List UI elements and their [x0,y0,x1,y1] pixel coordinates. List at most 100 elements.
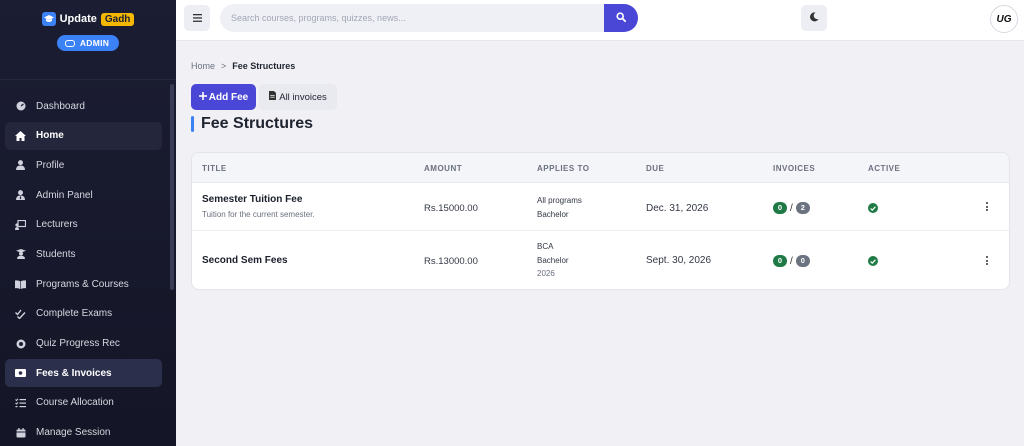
fee-amount: Rs.15000.00 [424,203,478,214]
sidebar-item-label: Fees & Invoices [36,367,112,379]
moon-icon [809,9,819,27]
column-header-active: ACTIVE [868,164,901,173]
sidebar-item-label: Quiz Progress Rec [36,338,120,349]
breadcrumb-separator: > [221,61,227,71]
fee-due-date: Sept. 30, 2026 [646,255,712,266]
column-header-invoices: INVOICES [773,164,816,173]
column-header-amount: AMOUNT [424,164,463,173]
toggle-icon [64,39,75,47]
table-row[interactable]: Second Sem Fees Rs.13000.00 BCA Bachelor… [192,232,1009,289]
chalkboard-teacher-icon [15,219,26,230]
row-actions-menu[interactable] [984,256,990,265]
search-button[interactable] [604,4,638,32]
sidebar-item-label: Students [36,248,76,260]
breadcrumb-current: Fee Structures [232,61,296,71]
fee-structures-table: TITLE AMOUNT APPLIES TO DUE INVOICES ACT… [191,152,1010,290]
role-label: ADMIN [79,38,110,48]
table-header: TITLE AMOUNT APPLIES TO DUE INVOICES ACT… [192,153,1009,183]
calendar-icon [15,427,26,438]
brand-name: Update [59,13,97,25]
sidebar-item-label: Lecturers [36,219,78,231]
fee-description: Tuition for the current semester. [202,210,315,219]
applies-program: BCA [537,242,554,251]
record-icon [15,338,26,349]
fee-active-status [868,203,878,213]
check-circle-icon [868,256,878,266]
sidebar-item-label: Manage Session [36,427,111,439]
invoices-paid-badge: 0 [773,202,787,214]
search-icon [616,9,627,27]
sidebar-item-programs-courses[interactable]: Programs & Courses [5,270,162,298]
sidebar-item-dashboard[interactable]: Dashboard [5,92,162,120]
fee-due-date: Dec. 31, 2026 [646,203,709,214]
brand-logo-row[interactable]: Update Gadh [41,12,135,26]
page-title-text: Fee Structures [201,115,314,132]
sidebar-item-fees-invoices[interactable]: Fees & Invoices [5,359,162,388]
sidebar-item-label: Admin Panel [36,189,93,201]
user-avatar[interactable]: UG [990,5,1018,33]
sidebar-item-profile[interactable]: Profile [5,151,162,179]
check-circle-icon [868,203,878,213]
sidebar-item-complete-exams[interactable]: Complete Exams [5,300,162,328]
sidebar-item-manage-session[interactable]: Manage Session [5,419,162,446]
table-row[interactable]: Semester Tuition Fee Tuition for the cur… [192,183,1009,231]
applies-program: All programs [537,196,582,205]
graduate-icon [15,249,26,260]
fee-title[interactable]: Second Sem Fees [202,255,288,266]
sidebar-nav: Dashboard Home Profile Admin Panel Lectu… [0,92,176,446]
breadcrumb-home-link[interactable]: Home [191,61,215,71]
search-input[interactable] [220,4,604,32]
user-icon [15,160,26,171]
row-actions-menu[interactable] [984,202,990,211]
column-header-due: DUE [646,164,665,173]
brand: Update Gadh ADMIN [0,0,176,80]
fee-amount: Rs.13000.00 [424,256,478,267]
invoices-total-badge: 2 [795,202,810,214]
sidebar-item-course-allocation[interactable]: Course Allocation [5,389,162,417]
fee-title[interactable]: Semester Tuition Fee [202,194,315,205]
search-bar [220,4,638,32]
title-accent-bar [191,116,194,132]
user-tie-icon [15,190,26,201]
sidebar-item-lecturers[interactable]: Lecturers [5,211,162,239]
sidebar-item-students[interactable]: Students [5,240,162,268]
sidebar-item-label: Dashboard [36,100,85,112]
fee-invoices: 0/0 [773,255,810,267]
sidebar-item-home[interactable]: Home [5,121,162,150]
sidebar-item-admin-panel[interactable]: Admin Panel [5,181,162,209]
fee-invoices: 0/2 [773,202,810,214]
sidebar-item-label: Programs & Courses [36,278,129,290]
sidebar-scrollbar[interactable] [170,84,174,290]
sidebar-toggle-button[interactable] [184,5,210,31]
invoices-paid-badge: 0 [773,255,787,267]
fee-active-status [868,256,878,266]
fee-applies-to: All programs Bachelor [537,194,582,221]
admin-role-badge: ADMIN [56,35,120,51]
graduation-cap-icon [41,12,56,26]
sidebar-item-label: Home [36,130,64,142]
check-double-icon [15,308,26,319]
applies-year: 2026 [537,269,555,278]
money-icon [15,368,26,379]
topbar: UG [176,0,1024,41]
kebab-menu-icon [984,202,990,211]
column-header-title: TITLE [202,164,227,173]
fee-applies-to: BCA Bachelor 2026 [537,240,569,281]
list-check-icon [15,397,26,408]
home-icon [15,130,26,141]
sidebar-item-quiz-progress[interactable]: Quiz Progress Rec [5,330,162,358]
add-fee-button[interactable]: Add Fee [191,84,256,110]
theme-toggle-button[interactable] [801,5,827,31]
breadcrumb: Home > Fee Structures [191,61,295,71]
brand-tag: Gadh [100,12,135,26]
add-fee-label: Add Fee [208,91,249,103]
column-header-applies-to: APPLIES TO [537,164,590,173]
all-invoices-label: All invoices [279,91,327,103]
sidebar-item-label: Profile [36,159,65,171]
applies-level: Bachelor [537,255,569,265]
book-icon [15,279,26,290]
document-icon [269,91,277,103]
all-invoices-button[interactable]: All invoices [259,84,337,110]
fee-title-cell: Semester Tuition Fee Tuition for the cur… [202,194,315,219]
plus-icon [198,91,207,103]
